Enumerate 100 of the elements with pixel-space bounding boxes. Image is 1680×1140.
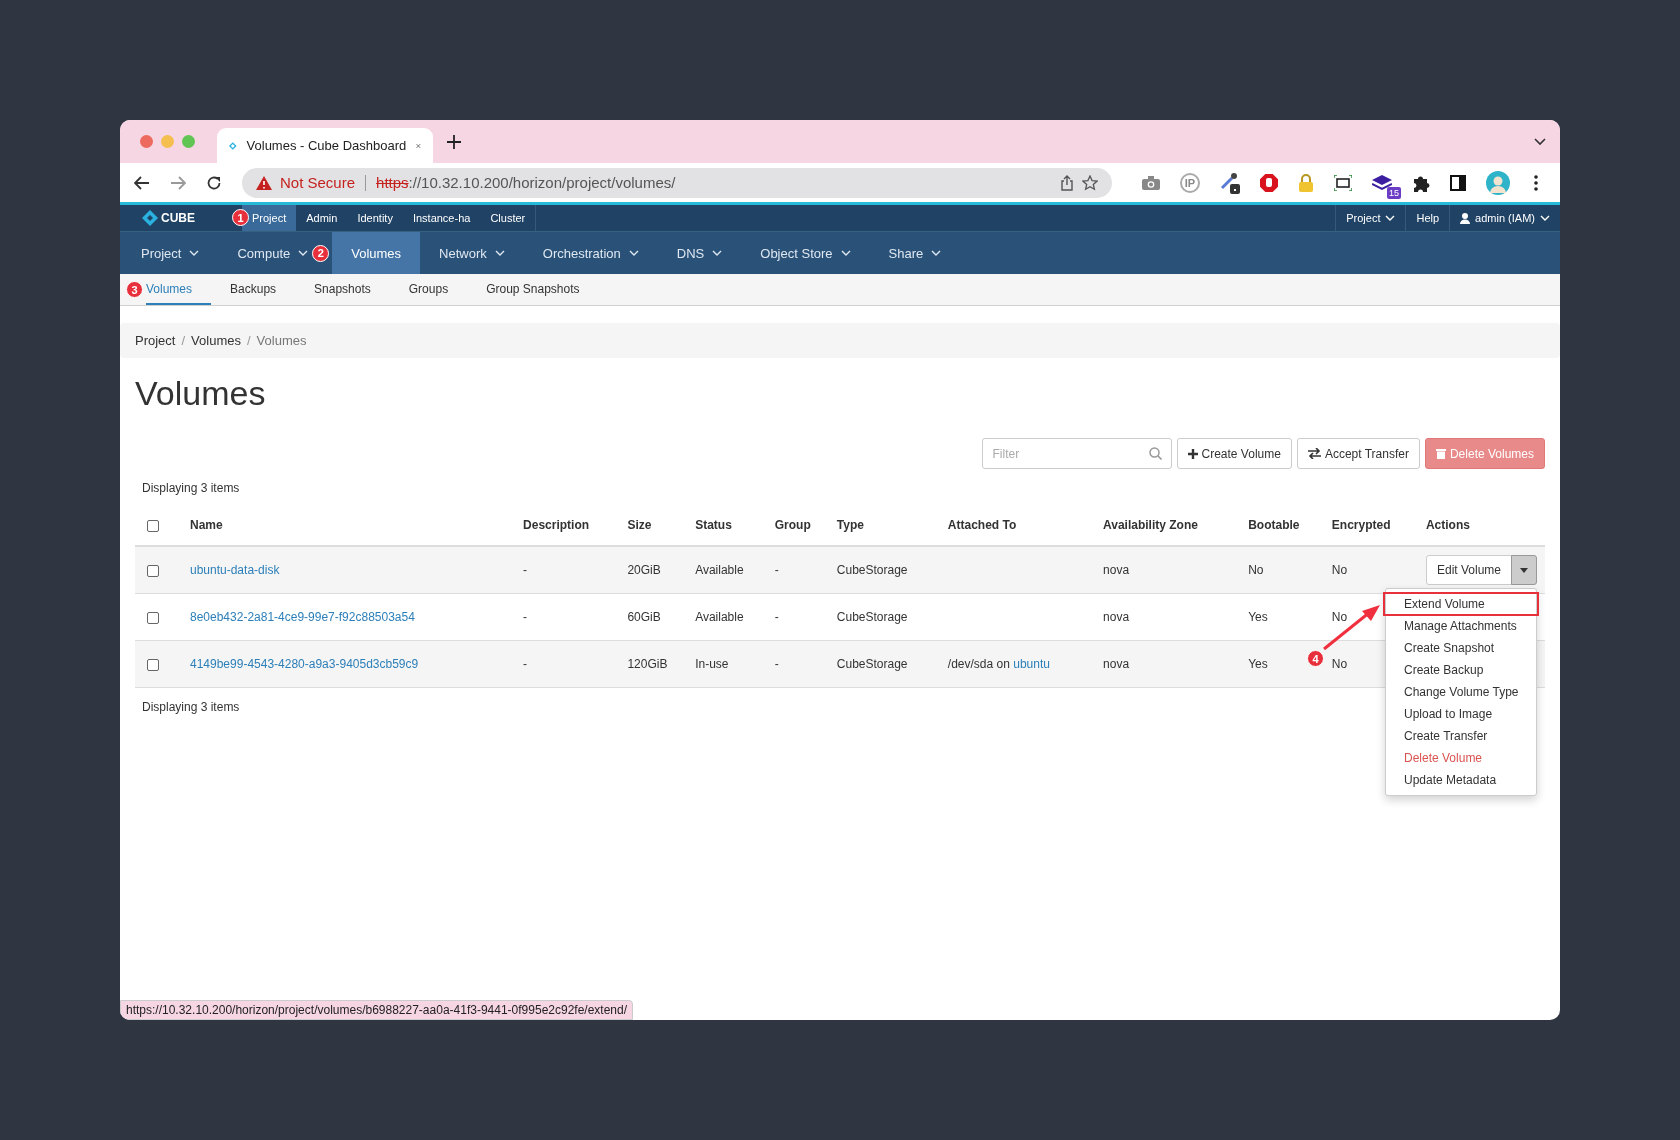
nav-tab[interactable]: Volumes <box>332 232 421 274</box>
table-cell: No <box>1331 563 1348 577</box>
menu-item[interactable]: Delete Volume <box>1386 747 1536 769</box>
tab[interactable]: Volumes <box>146 274 212 305</box>
volume-link[interactable]: ubuntu-data-disk <box>190 563 280 577</box>
dropdown-toggle[interactable] <box>1511 555 1537 585</box>
chevron-down-icon[interactable] <box>1534 137 1546 146</box>
checkbox[interactable] <box>147 519 159 532</box>
chevron-down-icon <box>628 250 639 256</box>
nav-tab[interactable]: Compute <box>218 232 313 274</box>
table-cell: Available <box>695 610 744 624</box>
breadcrumb-separator: / <box>246 333 251 348</box>
screen-capture-icon[interactable] <box>1334 174 1352 191</box>
sidebar-icon[interactable] <box>1450 174 1466 191</box>
transfer-button[interactable]: Accept Transfer <box>1296 438 1420 469</box>
checkbox[interactable] <box>147 611 159 624</box>
chevron-down-icon <box>298 250 309 256</box>
security-label: Not Secure <box>280 174 356 191</box>
volume-link[interactable]: 8e0eb432-2a81-4ce9-99e7-f92c88503a54 <box>190 610 415 624</box>
table-cell: CubeStorage <box>836 610 908 624</box>
reload-icon[interactable] <box>206 174 222 191</box>
back-icon[interactable] <box>134 175 150 190</box>
more-icon[interactable] <box>1534 174 1538 191</box>
nav-link[interactable]: Identity <box>347 205 403 231</box>
logo-icon <box>142 210 158 226</box>
checkbox[interactable] <box>147 564 159 577</box>
tab[interactable]: Groups <box>389 274 468 305</box>
table-cell: 60GiB <box>627 610 661 624</box>
step-badge: 2 <box>312 244 330 262</box>
user-icon <box>1460 212 1471 224</box>
arrow <box>1322 603 1382 651</box>
nav-tab[interactable]: Project <box>122 232 219 274</box>
table-cell: CubeStorage <box>836 657 908 671</box>
warning-icon <box>256 175 272 190</box>
status-url: https://10.32.10.200/horizon/project/volumes/b6988227-aa0a-41f3-9441-0f995e2c92fe/extend/ <box>120 1000 634 1020</box>
menu-item[interactable]: Upload to Image <box>1386 703 1536 725</box>
menu-item[interactable]: Change Volume Type <box>1386 681 1536 703</box>
breadcrumb-link[interactable]: Project <box>135 333 176 348</box>
breadcrumb-separator: / <box>181 333 186 348</box>
menu-item[interactable]: Extend Volume <box>1384 593 1538 615</box>
create-button[interactable]: Create Volume <box>1176 438 1292 469</box>
plus-icon <box>1187 448 1198 459</box>
table-cell: No <box>1331 610 1348 624</box>
table-cell: 120GiB <box>627 657 668 671</box>
browser-tab[interactable]: Volumes - Cube Dashboard <box>217 128 433 163</box>
edit-button[interactable]: Edit Volume <box>1425 555 1512 585</box>
breadcrumb-link[interactable]: Volumes <box>191 333 241 348</box>
checkbox[interactable] <box>147 658 159 671</box>
table-cell: nova <box>1103 563 1130 577</box>
chevron-down-icon <box>931 250 942 256</box>
address-bar[interactable]: Not Secure https://10.32.10.200/horizon/project/volumes/ <box>242 167 1112 198</box>
menu-item[interactable]: Update Metadata <box>1386 769 1536 791</box>
stack-icon[interactable] <box>1372 174 1392 191</box>
menu-item[interactable]: Create Transfer <box>1386 725 1536 747</box>
table-cell: - <box>523 610 528 624</box>
menu-item[interactable]: Create Backup <box>1386 659 1536 681</box>
item-count: Displaying 3 items <box>141 699 241 716</box>
table-cell: 20GiB <box>627 563 661 577</box>
menu-item[interactable]: Manage Attachments <box>1386 615 1536 637</box>
ip-lookup-icon[interactable]: IP <box>1180 172 1200 193</box>
menu-item[interactable]: Create Snapshot <box>1386 637 1536 659</box>
nav-tab[interactable]: Object Store <box>741 232 870 274</box>
nav-tab[interactable]: Network <box>420 232 524 274</box>
nav-link[interactable]: Cluster <box>480 205 536 231</box>
chevron-down-icon <box>494 250 505 256</box>
chevron-down-icon <box>1385 215 1396 221</box>
table-cell: Yes <box>1248 657 1268 671</box>
tab-title: Volumes - Cube Dashboard <box>246 138 407 153</box>
table-cell: nova <box>1103 657 1130 671</box>
search-icon <box>1148 447 1162 460</box>
table-cell: - <box>774 657 779 671</box>
url-text: https://10.32.10.200/horizon/project/volumes/ <box>376 174 676 191</box>
lock-icon[interactable] <box>1298 173 1314 192</box>
nav-tab[interactable]: Orchestration <box>523 232 658 274</box>
forward-icon[interactable] <box>170 175 186 190</box>
tab[interactable]: Backups <box>211 274 296 305</box>
tab[interactable]: Snapshots <box>295 274 390 305</box>
caret-icon <box>1520 567 1528 573</box>
table-cell: CubeStorage <box>836 563 908 577</box>
star-icon[interactable] <box>1082 174 1098 191</box>
trash-icon <box>1435 448 1446 459</box>
nav-link[interactable]: Admin <box>296 205 348 231</box>
nav-tab[interactable]: DNS <box>657 232 742 274</box>
table-cell: - <box>523 563 528 577</box>
nav-link[interactable]: Instance-ha <box>402 205 481 231</box>
item-count: Displaying 3 items <box>141 480 241 497</box>
new-tab-icon[interactable] <box>447 134 461 149</box>
table-cell: - <box>774 563 779 577</box>
tab[interactable]: Group Snapshots <box>467 274 599 305</box>
eyedropper-icon[interactable] <box>1220 171 1240 194</box>
table-cell: No <box>1331 657 1348 671</box>
table-cell: In-use <box>695 657 729 671</box>
instance-link[interactable]: ubuntu <box>1013 657 1050 671</box>
camera-icon[interactable] <box>1142 175 1160 190</box>
share-icon[interactable] <box>1060 174 1074 191</box>
filter-field[interactable]: Filter <box>981 438 1172 469</box>
stop-hand-icon[interactable] <box>1260 173 1278 192</box>
volume-link[interactable]: 4149be99-4543-4280-a9a3-9405d3cb59c9 <box>190 657 419 671</box>
nav-tab[interactable]: Share <box>869 232 961 274</box>
table-cell: - <box>774 610 779 624</box>
